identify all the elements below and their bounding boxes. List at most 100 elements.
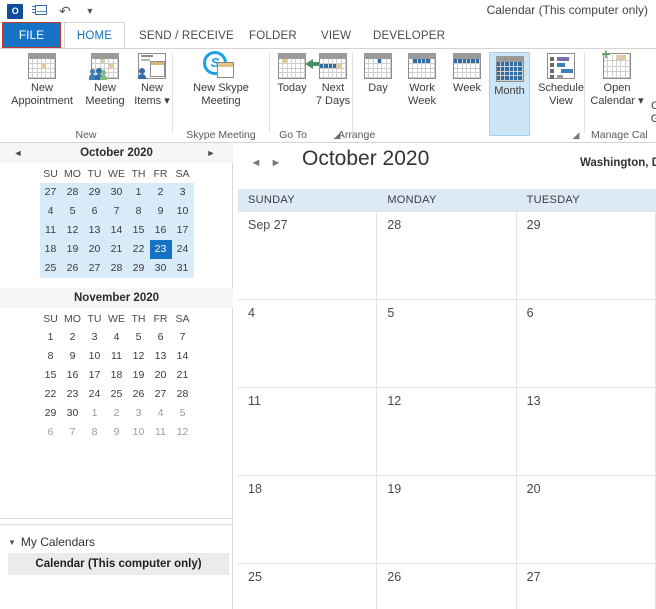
mini-calendar-day[interactable]: 30 (149, 259, 172, 278)
mini-calendar-day[interactable]: 7 (105, 202, 128, 221)
mini-calendar-day[interactable]: 10 (84, 347, 106, 366)
customize-qat-chevron-icon[interactable]: ▼ (81, 2, 99, 20)
mini-calendar-next-icon[interactable]: ► (201, 143, 221, 163)
mini-calendar-day[interactable]: 19 (128, 366, 150, 385)
tab-folder[interactable]: FOLDER (239, 22, 307, 49)
mini-calendar-day[interactable]: 27 (39, 183, 62, 202)
mini-calendar-day[interactable]: 21 (105, 240, 128, 259)
mini-calendar-day[interactable]: 26 (128, 385, 150, 404)
mini-calendar-day[interactable]: 2 (149, 183, 172, 202)
mini-calendar-day[interactable]: 11 (39, 221, 62, 240)
mini-calendar-day[interactable]: 4 (150, 404, 172, 423)
mini-calendar-day[interactable]: 9 (62, 347, 84, 366)
mini-calendar-day[interactable]: 2 (62, 328, 84, 347)
calendar-day-cell[interactable]: 6 (516, 300, 656, 387)
calendar-day-cell[interactable]: 18 (238, 476, 378, 563)
mini-calendar-day[interactable]: 30 (105, 183, 128, 202)
day-view-button[interactable]: Day (359, 53, 397, 95)
mini-calendar-day[interactable]: 1 (40, 328, 62, 347)
mini-calendar-day[interactable]: 28 (105, 259, 128, 278)
outlook-logo-icon[interactable]: O (6, 2, 24, 20)
tab-developer[interactable]: DEVELOPER (363, 22, 455, 49)
mini-calendar-day[interactable]: 9 (149, 202, 172, 221)
mini-calendar-day[interactable]: 6 (83, 202, 106, 221)
mini-calendar-day[interactable]: 22 (40, 385, 62, 404)
mini-calendar-day[interactable]: 1 (127, 183, 150, 202)
tab-file[interactable]: FILE (2, 22, 61, 48)
mini-calendar-day[interactable]: 5 (128, 328, 150, 347)
mini-calendar-day[interactable]: 13 (83, 221, 106, 240)
calendar-day-cell[interactable]: 27 (516, 564, 656, 609)
mini-calendar-day[interactable]: 31 (171, 259, 194, 278)
work-week-view-button[interactable]: Work Week (401, 53, 443, 108)
mini-calendar-day[interactable]: 29 (83, 183, 106, 202)
mini-calendar-day[interactable]: 14 (172, 347, 194, 366)
calendar-day-cell[interactable]: 26 (377, 564, 517, 609)
calendar-day-cell[interactable]: 11 (238, 388, 378, 475)
calendar-day-cell[interactable]: 28 (377, 212, 517, 299)
mini-calendar-day[interactable]: 27 (83, 259, 106, 278)
mini-calendar-day[interactable]: 20 (150, 366, 172, 385)
calendar-day-cell[interactable]: Sep 27 (238, 212, 378, 299)
next-month-button[interactable]: ► (268, 155, 284, 171)
mini-calendar-day[interactable]: 8 (40, 347, 62, 366)
mini-calendar-day[interactable]: 12 (172, 423, 194, 442)
mini-calendar-day[interactable]: 23 (62, 385, 84, 404)
mini-calendar-day[interactable]: 13 (150, 347, 172, 366)
new-items-button[interactable]: New Items ▾ (130, 53, 174, 108)
mini-calendar-day[interactable]: 25 (106, 385, 128, 404)
mini-calendar-day[interactable]: 24 (171, 240, 194, 259)
mini-calendar-day[interactable]: 17 (171, 221, 194, 240)
mini-calendar-day[interactable]: 28 (172, 385, 194, 404)
mini-calendar-day[interactable]: 6 (150, 328, 172, 347)
undo-icon[interactable]: ↶ (56, 2, 74, 20)
mini-calendar-day[interactable]: 3 (171, 183, 194, 202)
mini-calendar-day[interactable]: 4 (106, 328, 128, 347)
mini-calendar-day[interactable]: 8 (84, 423, 106, 442)
next-7-days-button[interactable]: Next 7 Days (314, 53, 352, 108)
tab-home[interactable]: HOME (64, 22, 125, 49)
open-calendar-button[interactable]: + Open Calendar ▾ (590, 47, 643, 108)
calendar-day-cell[interactable]: 12 (377, 388, 517, 475)
calendar-day-cell[interactable]: 13 (516, 388, 656, 475)
mini-calendar-day[interactable]: 29 (127, 259, 150, 278)
mini-calendar-day[interactable]: 18 (106, 366, 128, 385)
mini-calendar-day[interactable]: 1 (84, 404, 106, 423)
mini-calendar-day[interactable]: 30 (62, 404, 84, 423)
mini-calendar-day[interactable]: 10 (171, 202, 194, 221)
mini-calendar-day[interactable]: 16 (149, 221, 172, 240)
mini-calendar-day[interactable]: 18 (39, 240, 62, 259)
calendar-day-cell[interactable]: 4 (238, 300, 378, 387)
mini-calendar-day[interactable]: 12 (61, 221, 84, 240)
mini-calendar-day[interactable]: 14 (105, 221, 128, 240)
mini-calendar-day[interactable]: 19 (61, 240, 84, 259)
mini-calendar-day[interactable]: 12 (128, 347, 150, 366)
mini-calendar-day[interactable]: 21 (172, 366, 194, 385)
mini-calendar-day[interactable]: 26 (61, 259, 84, 278)
mini-calendar-day[interactable]: 9 (106, 423, 128, 442)
today-button[interactable]: Today (272, 53, 321, 95)
mini-calendar-day[interactable]: 11 (150, 423, 172, 442)
calendar-groups-button[interactable]: C G (647, 97, 656, 126)
tab-send-receive[interactable]: SEND / RECEIVE (129, 22, 244, 49)
mini-calendar-day[interactable]: 7 (62, 423, 84, 442)
mini-calendar-day[interactable]: 10 (128, 423, 150, 442)
my-calendars-header[interactable]: ▼ My Calendars (0, 531, 233, 553)
mini-calendar-day[interactable]: 8 (127, 202, 150, 221)
mini-calendar-prev-icon[interactable]: ◄ (8, 143, 28, 163)
calendar-day-cell[interactable]: 19 (377, 476, 517, 563)
mini-calendar-day[interactable]: 22 (127, 240, 150, 259)
mini-calendar-day[interactable]: 20 (83, 240, 106, 259)
mini-calendar-day[interactable]: 11 (106, 347, 128, 366)
mini-calendar-day[interactable]: 3 (84, 328, 106, 347)
mini-calendar-day[interactable]: 7 (172, 328, 194, 347)
mini-calendar-day[interactable]: 15 (40, 366, 62, 385)
new-appointment-button[interactable]: New Appointment (6, 53, 78, 108)
mini-calendar-day[interactable]: 27 (150, 385, 172, 404)
calendar-day-cell[interactable]: 20 (516, 476, 656, 563)
previous-month-button[interactable]: ◄ (248, 155, 264, 171)
week-view-button[interactable]: Week (447, 53, 487, 95)
mini-calendar-day[interactable]: 2 (106, 404, 128, 423)
calendar-day-cell[interactable]: 25 (238, 564, 378, 609)
mini-calendar-day[interactable]: 3 (128, 404, 150, 423)
